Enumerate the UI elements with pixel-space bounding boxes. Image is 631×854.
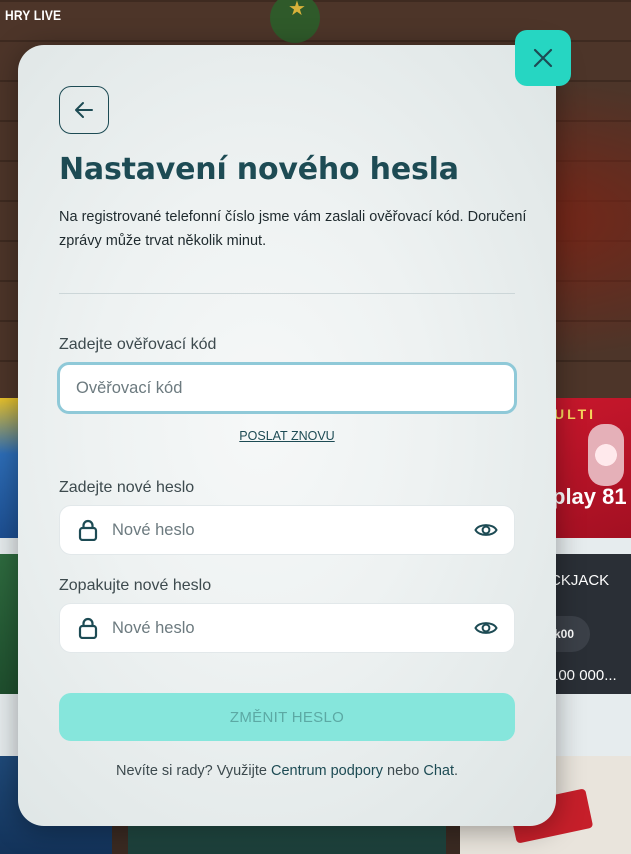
- lock-icon: [78, 519, 98, 541]
- help-middle: nebo: [383, 763, 424, 779]
- game-tile-name: play 81: [552, 484, 627, 509]
- repeat-password-label: Zopakujte nové heslo: [59, 577, 212, 594]
- new-password-label: Zadejte nové heslo: [59, 479, 195, 496]
- change-password-button[interactable]: ZMĚNIT HESLO: [59, 693, 515, 741]
- support-center-link[interactable]: Centrum podpory: [271, 763, 383, 779]
- arrow-left-icon: [75, 102, 93, 118]
- repeat-password-field: [59, 603, 515, 653]
- game-tile-chip: k00: [550, 616, 590, 652]
- modal-description: Na registrované telefonní číslo jsme vám…: [59, 209, 527, 249]
- verification-code-input[interactable]: [57, 362, 517, 414]
- star-icon: ★: [288, 0, 306, 20]
- chat-link[interactable]: Chat: [423, 763, 454, 779]
- divider: [59, 293, 515, 294]
- game-tile-graphic: [588, 424, 624, 486]
- game-tile-title: CKJACK: [550, 572, 610, 589]
- help-prefix: Nevíte si rady? Využijte: [115, 763, 271, 779]
- help-suffix: .: [453, 763, 459, 779]
- repeat-password-input[interactable]: [112, 604, 452, 652]
- new-password-field: [59, 505, 515, 555]
- game-tile-amount: 100 000...: [550, 667, 617, 684]
- new-password-input[interactable]: [112, 506, 452, 554]
- help-text: Nevíte si rady? Využijte Centrum podpory…: [18, 763, 556, 779]
- game-tile-blackjack[interactable]: CKJACK k00 100 000...: [548, 554, 631, 694]
- close-button[interactable]: [515, 30, 571, 86]
- eye-icon[interactable]: [474, 618, 498, 638]
- modal-title: Nastavení nového hesla: [59, 152, 459, 187]
- game-tile-title: ULTI: [554, 406, 597, 422]
- game-tile-multi[interactable]: ULTI play 81: [548, 398, 631, 538]
- reset-password-modal: Nastavení nového hesla Na registrované t…: [18, 45, 556, 826]
- verification-code-label: Zadejte ověřovací kód: [59, 336, 217, 353]
- back-button[interactable]: [59, 86, 109, 134]
- lock-icon: [78, 617, 98, 639]
- eye-icon[interactable]: [474, 520, 498, 540]
- section-label: HRY LIVE: [5, 7, 62, 23]
- resend-code-link[interactable]: POSLAT ZNOVU: [18, 429, 556, 443]
- close-icon: [533, 48, 553, 68]
